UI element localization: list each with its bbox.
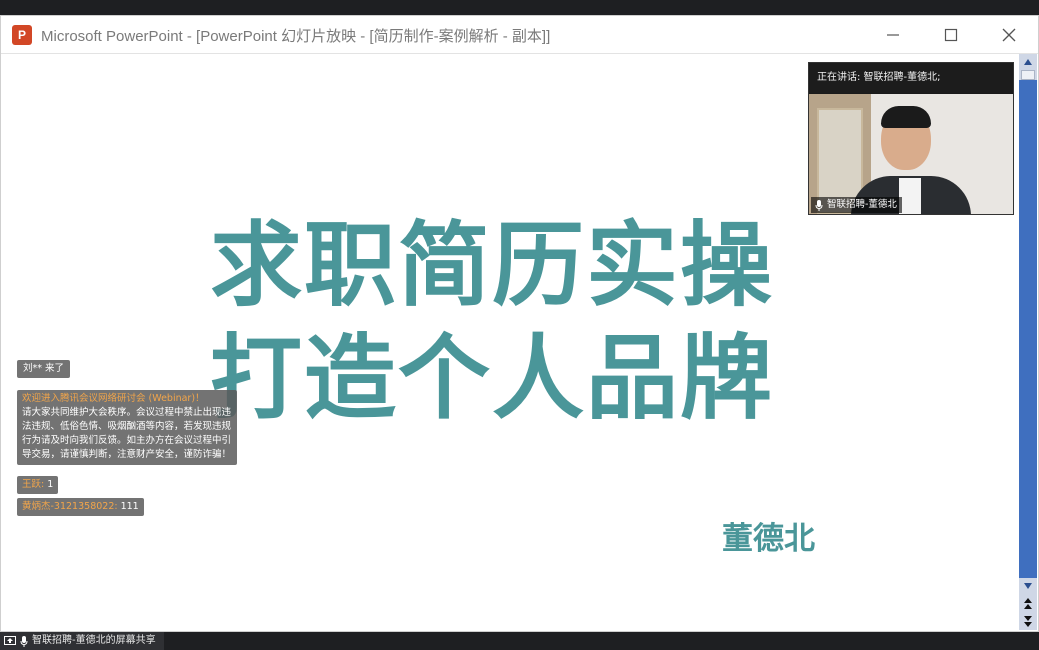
scroll-down-button[interactable] xyxy=(1019,578,1037,594)
chat-message: 王跃: 1 xyxy=(17,476,59,494)
slide-title-line-1: 求职简历实操 xyxy=(210,212,775,319)
scroll-down-icon xyxy=(1024,583,1032,589)
microphone-icon xyxy=(20,635,28,647)
page-down-button[interactable] xyxy=(1019,614,1037,630)
screen-share-icon xyxy=(4,635,16,645)
join-notice: 刘** 来了 xyxy=(17,360,71,378)
maximize-button[interactable] xyxy=(923,16,979,53)
participant-name: 智联招聘-董德北 xyxy=(827,199,897,210)
scroll-up-button[interactable] xyxy=(1019,54,1037,70)
speaking-indicator: 正在讲话: 智联招聘-董德北; xyxy=(809,63,1013,93)
chat-sender: 王跃: xyxy=(22,479,45,490)
welcome-body: 请大家共同维护大会秩序。会议过程中禁止出现违法违规、低俗色情、吸烟酗酒等内容，若… xyxy=(22,407,232,460)
vertical-scrollbar[interactable] xyxy=(1019,54,1037,630)
page-down-icon xyxy=(1024,616,1032,627)
scroll-track[interactable] xyxy=(1019,80,1037,578)
microphone-icon xyxy=(815,199,823,211)
welcome-title: 欢迎进入腾讯会议网络研讨会 (Webinar)！ xyxy=(22,393,205,404)
scroll-up-icon xyxy=(1024,59,1032,65)
minimize-icon xyxy=(887,33,899,36)
scroll-thumb[interactable] xyxy=(1021,70,1035,80)
speaker-video-window[interactable]: 正在讲话: 智联招聘-董德北; 智联招聘-董德北 xyxy=(808,62,1014,215)
top-strip xyxy=(0,0,1039,15)
close-button[interactable] xyxy=(981,16,1037,53)
window-title: Microsoft PowerPoint - [PowerPoint 幻灯片放映… xyxy=(41,28,551,45)
chat-message: 黄炳杰-3121358022: 111 xyxy=(17,498,144,516)
chat-text: 111 xyxy=(117,501,139,512)
page-up-button[interactable] xyxy=(1019,596,1037,612)
chat-text: 1 xyxy=(44,479,54,490)
powerpoint-icon[interactable]: P xyxy=(12,25,32,45)
chat-sender: 黄炳杰-3121358022: xyxy=(22,501,118,512)
welcome-message: 欢迎进入腾讯会议网络研讨会 (Webinar)！ 请大家共同维护大会秩序。会议过… xyxy=(17,390,237,465)
speaker-shirt xyxy=(899,178,921,214)
maximize-icon xyxy=(944,28,958,41)
close-icon xyxy=(1002,28,1016,41)
screen-share-label: 智联招聘-董德北的屏幕共享 xyxy=(32,635,156,646)
screen-share-indicator[interactable]: 智联招聘-董德北的屏幕共享 xyxy=(0,632,164,650)
slide-title-line-2: 打造个人品牌 xyxy=(210,325,775,432)
video-feed xyxy=(809,94,1013,214)
bottom-status-bar: 智联招聘-董德北的屏幕共享 xyxy=(0,632,1039,650)
speaker-hair xyxy=(881,106,931,128)
slide-author: 董德北 xyxy=(722,521,815,557)
participant-label: 智联招聘-董德北 xyxy=(811,197,902,213)
minimize-button[interactable] xyxy=(865,16,921,53)
title-bar: P Microsoft PowerPoint - [PowerPoint 幻灯片… xyxy=(1,16,1038,54)
page-up-icon xyxy=(1024,598,1032,609)
